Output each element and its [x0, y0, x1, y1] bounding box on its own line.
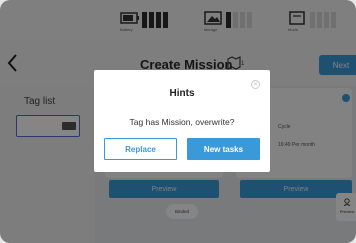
- dialog-message: Tag has Mission, overwrite?: [129, 117, 235, 127]
- replace-button[interactable]: Replace: [104, 138, 177, 160]
- close-icon[interactable]: ✕: [251, 80, 260, 89]
- dialog-title: Hints: [169, 88, 195, 99]
- new-tasks-button[interactable]: New tasks: [187, 138, 260, 160]
- app-screen: Battery storage Mode Create Mission 1 Ne…: [0, 0, 356, 243]
- hints-dialog: Hints ✕ Tag has Mission, overwrite? Repl…: [94, 70, 270, 172]
